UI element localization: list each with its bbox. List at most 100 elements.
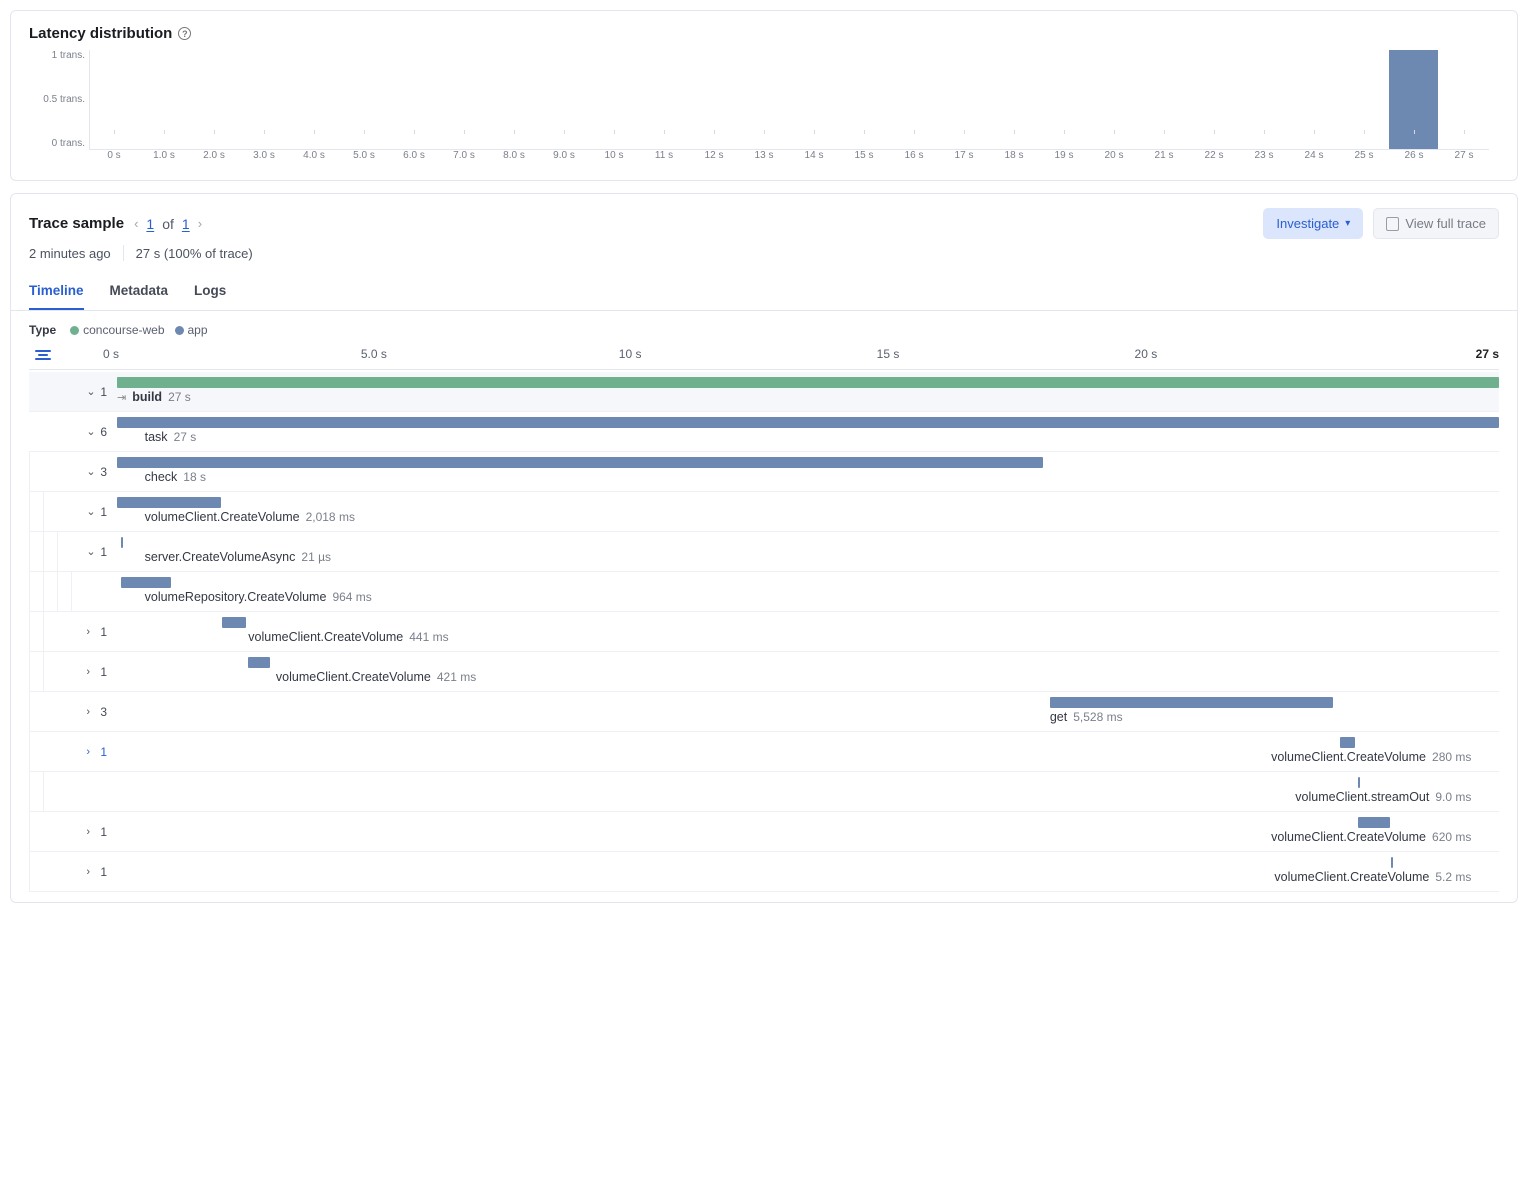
- trace-tabs: Timeline Metadata Logs: [11, 275, 1517, 311]
- span-row[interactable]: ⌄ 1 volumeClient.CreateVolume 2,018 ms: [29, 492, 1499, 532]
- span-name: volumeClient.CreateVolume: [1271, 830, 1426, 844]
- span-bar[interactable]: [117, 417, 1499, 428]
- xtick: 20 s: [1089, 150, 1139, 170]
- chevron-right-icon[interactable]: ›: [86, 746, 96, 758]
- chevron-right-icon[interactable]: ›: [86, 666, 96, 678]
- child-count: 6: [100, 425, 107, 439]
- trace-subheader: 2 minutes ago 27 s (100% of trace): [29, 245, 1499, 261]
- row-track: volumeClient.CreateVolume 421 ms: [117, 652, 1499, 691]
- span-label: volumeRepository.CreateVolume 964 ms: [145, 590, 372, 604]
- chevron-right-icon[interactable]: ›: [86, 626, 96, 638]
- chevron-down-icon[interactable]: ⌄: [86, 425, 96, 438]
- pager-total[interactable]: 1: [182, 216, 190, 232]
- span-row[interactable]: volumeRepository.CreateVolume 964 ms: [29, 572, 1499, 612]
- view-full-label: View full trace: [1405, 216, 1486, 231]
- xtick: 7.0 s: [439, 150, 489, 170]
- span-duration: 21 µs: [301, 550, 331, 564]
- xtick: 17 s: [939, 150, 989, 170]
- tab-metadata[interactable]: Metadata: [110, 275, 169, 310]
- pager-of: of: [162, 216, 174, 232]
- span-row-build[interactable]: ⌄1 ⇥ build 27 s: [29, 372, 1499, 412]
- span-bar[interactable]: [117, 457, 1043, 468]
- span-label: get 5,528 ms: [1050, 710, 1123, 724]
- axis-tick: 10 s: [619, 347, 642, 361]
- xtick: 24 s: [1289, 150, 1339, 170]
- span-bar[interactable]: [117, 497, 221, 508]
- span-row[interactable]: ›1 volumeClient.CreateVolume 280 ms: [29, 732, 1499, 772]
- span-row[interactable]: ›1 volumeClient.CreateVolume 5.2 ms: [29, 852, 1499, 892]
- chevron-right-icon[interactable]: ›: [86, 706, 96, 718]
- tab-timeline[interactable]: Timeline: [29, 275, 84, 310]
- span-bar[interactable]: [121, 577, 171, 588]
- chevron-down-icon[interactable]: ⌄: [86, 385, 96, 398]
- pager-prev-icon[interactable]: ‹: [134, 216, 138, 231]
- span-row-check[interactable]: ⌄3 check 18 s: [29, 452, 1499, 492]
- chevron-right-icon[interactable]: ›: [86, 866, 96, 878]
- span-bar[interactable]: [1358, 817, 1390, 828]
- span-bar[interactable]: [248, 657, 270, 668]
- span-row[interactable]: ›1 volumeClient.CreateVolume 421 ms: [29, 652, 1499, 692]
- xtick: 13 s: [739, 150, 789, 170]
- span-row[interactable]: volumeClient.streamOut 9.0 ms: [29, 772, 1499, 812]
- help-icon[interactable]: ?: [178, 27, 191, 40]
- xtick: 25 s: [1339, 150, 1389, 170]
- span-bar[interactable]: [121, 537, 123, 548]
- row-track: volumeClient.CreateVolume 280 ms: [117, 732, 1499, 771]
- span-row-task[interactable]: ⌄6 task 27 s: [29, 412, 1499, 452]
- row-track: volumeClient.CreateVolume 2,018 ms: [117, 492, 1499, 531]
- span-row[interactable]: ⌄1 server.CreateVolumeAsync 21 µs: [29, 532, 1499, 572]
- span-label: volumeClient.CreateVolume 441 ms: [248, 630, 448, 644]
- span-duration: 18 s: [183, 470, 206, 484]
- span-row[interactable]: ›1 volumeClient.CreateVolume 620 ms: [29, 812, 1499, 852]
- row-gutter: [29, 572, 117, 611]
- span-bar[interactable]: [1391, 857, 1393, 868]
- xtick: 2.0 s: [189, 150, 239, 170]
- row-gutter: [29, 772, 117, 811]
- child-count: 1: [100, 625, 107, 639]
- child-count: 3: [100, 465, 107, 479]
- row-gutter: ⌄1: [29, 532, 117, 571]
- xtick: 3.0 s: [239, 150, 289, 170]
- span-row[interactable]: › 1 volumeClient.CreateVolume 441 ms: [29, 612, 1499, 652]
- chevron-right-icon[interactable]: ›: [86, 826, 96, 838]
- span-label: volumeClient.CreateVolume 620 ms: [1271, 830, 1471, 844]
- span-bar[interactable]: [1358, 777, 1360, 788]
- ytick: 0.5 trans.: [29, 94, 85, 106]
- document-icon: [1386, 217, 1399, 231]
- span-row-get[interactable]: ›3 get 5,528 ms: [29, 692, 1499, 732]
- span-label: volumeClient.CreateVolume 280 ms: [1271, 750, 1471, 764]
- xtick: 6.0 s: [389, 150, 439, 170]
- investigate-button[interactable]: Investigate ▾: [1263, 208, 1363, 239]
- pager-next-icon[interactable]: ›: [198, 216, 202, 231]
- xtick: 16 s: [889, 150, 939, 170]
- pager-current[interactable]: 1: [146, 216, 154, 232]
- span-bar[interactable]: [1340, 737, 1355, 748]
- tab-logs[interactable]: Logs: [194, 275, 226, 310]
- span-name: volumeClient.CreateVolume: [276, 670, 431, 684]
- span-name: volumeClient.CreateVolume: [1271, 750, 1426, 764]
- view-full-trace-button[interactable]: View full trace: [1373, 208, 1499, 239]
- chevron-down-icon[interactable]: ⌄: [86, 465, 96, 478]
- span-bar[interactable]: [117, 377, 1499, 388]
- span-bar[interactable]: [1050, 697, 1333, 708]
- legend-item[interactable]: concourse-web: [70, 323, 164, 337]
- axis-left: [29, 349, 105, 361]
- legend-label: concourse-web: [83, 323, 164, 337]
- filter-icon[interactable]: [35, 349, 51, 361]
- span-name: volumeRepository.CreateVolume: [145, 590, 327, 604]
- entry-icon: ⇥: [117, 391, 126, 404]
- chevron-down-icon[interactable]: ⌄: [86, 505, 96, 518]
- span-name: build: [132, 390, 162, 404]
- child-count: 1: [100, 505, 107, 519]
- legend-item[interactable]: app: [175, 323, 208, 337]
- span-bar[interactable]: [222, 617, 245, 628]
- chevron-down-icon[interactable]: ⌄: [86, 545, 96, 558]
- span-label: volumeClient.CreateVolume 2,018 ms: [145, 510, 355, 524]
- chevron-down-icon: ▾: [1345, 218, 1350, 229]
- legend-type-label: Type: [29, 323, 56, 337]
- latency-chart: 1 trans. 0.5 trans. 0 trans. 0 s1.0 s2.0…: [89, 50, 1489, 170]
- ytick: 0 trans.: [29, 138, 85, 150]
- latency-title: Latency distribution: [29, 25, 172, 42]
- row-gutter: ›1: [29, 852, 117, 891]
- latency-bar-26s[interactable]: [1389, 50, 1438, 149]
